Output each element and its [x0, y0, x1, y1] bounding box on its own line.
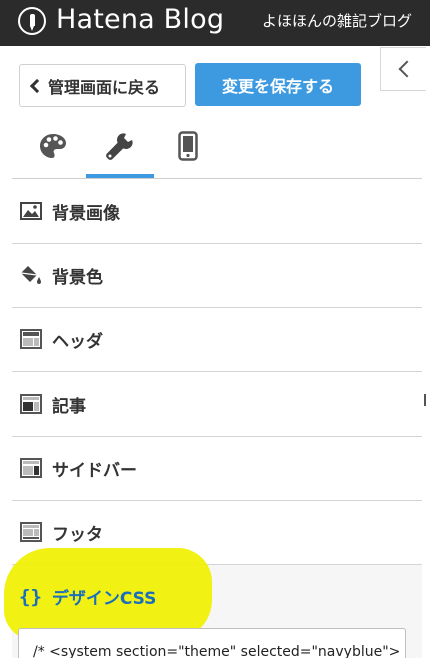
paint-bucket-icon	[19, 263, 43, 287]
layout-article-icon	[19, 392, 43, 416]
css-editor-text: /* <system section="theme" selected="nav…	[33, 644, 401, 658]
design-tabs	[12, 115, 422, 179]
menu-label: 記事	[52, 396, 86, 417]
layout-sidebar-icon	[19, 456, 43, 480]
design-css-heading[interactable]: {} デザインCSS	[19, 584, 157, 610]
image-icon	[19, 199, 43, 223]
save-button-label: 変更を保存する	[221, 76, 334, 96]
menu-item-background-image[interactable]: 背景画像	[12, 179, 422, 244]
menu-label: デザインCSS	[51, 589, 157, 609]
braces-icon: {}	[19, 585, 42, 608]
menu-item-header[interactable]: ヘッダ	[12, 307, 422, 372]
back-to-dashboard-button[interactable]: 管理画面に戻る	[19, 64, 186, 107]
layout-footer-icon	[19, 520, 43, 544]
save-changes-button[interactable]: 変更を保存する	[195, 63, 361, 106]
menu-label: 背景色	[52, 267, 103, 288]
top-bar: Hatena Blog よほほんの雑記ブログ	[0, 0, 430, 46]
collapse-panel-button[interactable]	[380, 47, 426, 91]
menu-label: フッタ	[52, 524, 103, 545]
wrench-icon	[106, 133, 133, 160]
palette-icon	[40, 134, 66, 158]
menu-label: 背景画像	[52, 203, 120, 224]
tab-design-theme[interactable]	[19, 115, 87, 177]
brand-title[interactable]: Hatena Blog	[56, 4, 224, 35]
preview-scroll-mark	[424, 394, 426, 406]
blog-name[interactable]: よほほんの雑記ブログ	[262, 10, 430, 31]
hatena-logo-icon[interactable]	[18, 7, 46, 35]
smartphone-icon	[178, 131, 198, 161]
menu-label: ヘッダ	[52, 331, 103, 352]
menu-label: サイドバー	[52, 460, 137, 481]
back-button-label: 管理画面に戻る	[48, 77, 161, 97]
tab-customize[interactable]	[86, 115, 154, 178]
menu-item-article[interactable]: 記事	[12, 372, 422, 437]
menu-item-sidebar[interactable]: サイドバー	[12, 436, 422, 501]
layout-header-icon	[19, 327, 43, 351]
menu-item-background-color[interactable]: 背景色	[12, 243, 422, 308]
design-css-editor[interactable]: /* <system section="theme" selected="nav…	[18, 628, 406, 658]
chevron-left-icon	[29, 78, 45, 93]
preview-edge	[422, 46, 430, 658]
tab-smartphone[interactable]	[154, 115, 222, 177]
